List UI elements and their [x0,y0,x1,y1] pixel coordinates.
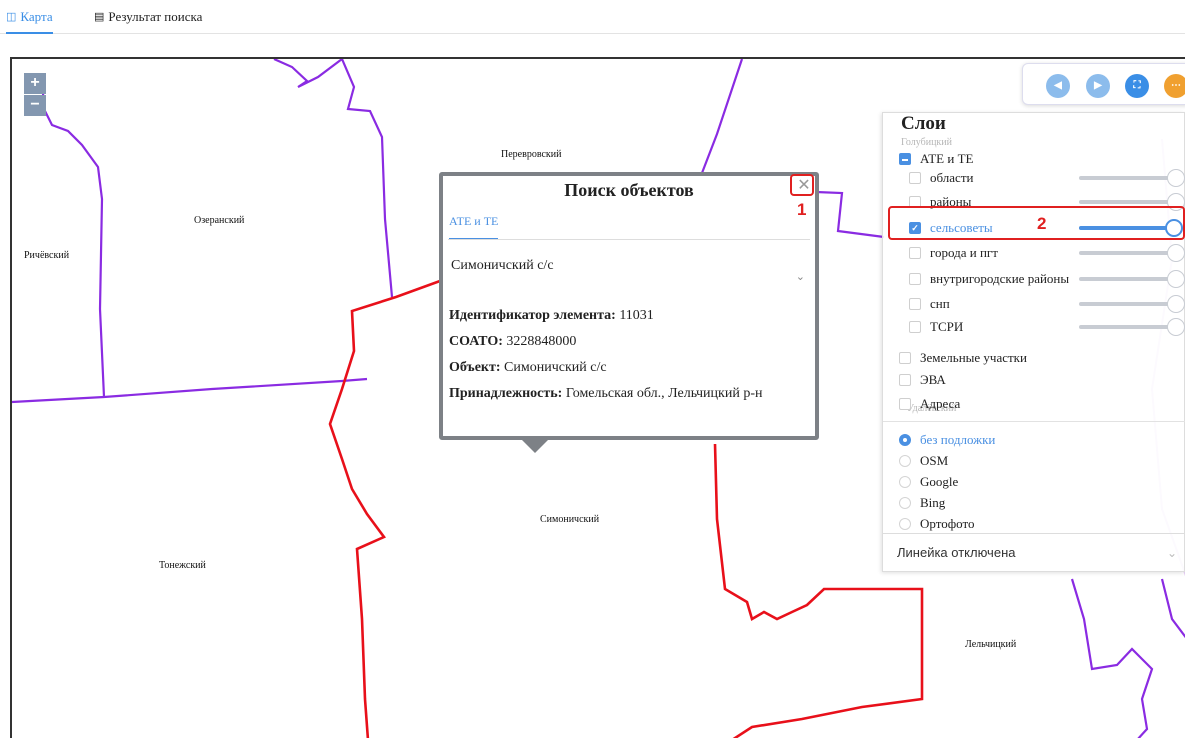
chevron-down-icon: ⌄ [795,271,805,283]
back-icon[interactable]: ◀ [1046,74,1070,98]
layer-item-vnutrigorodskie[interactable]: внутригородские районы [909,270,1185,288]
layer-opacity-slider[interactable] [1079,169,1185,187]
layer-label: внутригородские районы [930,271,1070,286]
basemap-label: Google [920,474,959,489]
layer-label: Адреса [920,396,961,411]
map-label-ozeransky: Озеранский [194,215,245,226]
popup-title: Поиск объектов [564,180,694,200]
search-popup: Поиск объектов ✕ АТЕ и ТЕ Симоничский с/… [439,172,819,440]
info-id: Идентификатор элемента: 11031 [449,308,654,324]
info-object: Объект: Симоничский с/с [449,360,607,376]
basemap-radio[interactable] [899,518,911,530]
map-label-tonezhsky: Тонежский [159,560,206,571]
layer-checkbox[interactable] [909,247,921,259]
zoom-in-button[interactable]: + [24,73,46,94]
ruler-label: Линейка отключена [897,545,1016,560]
layers-title: Слои [901,113,946,134]
document-icon: ▤ [94,11,105,23]
tab-map-label: Карта [20,9,53,24]
layer-checkbox[interactable] [899,398,911,410]
annotation-box-1 [790,174,814,196]
info-key: Идентификатор элемента: [449,308,616,323]
annotation-number-1: 1 [797,200,807,219]
zoom-out-button[interactable]: − [24,95,46,116]
tab-search-results-label: Результат поиска [108,9,203,24]
info-value: Гомельская обл., Лельчицкий р-н [565,386,763,401]
layer-opacity-slider[interactable] [1079,270,1185,288]
basemap-radio[interactable] [899,455,911,467]
annotation-number-2: 2 [1037,214,1047,233]
layer-item-snp[interactable]: снп [909,295,1185,313]
map-label-simonichsky: Симоничский [540,514,600,525]
info-key: Принадлежность: [449,386,563,401]
basemap-radio[interactable] [899,497,911,509]
tab-search-results[interactable]: ▤ Результат поиска [94,6,202,34]
fullscreen-icon[interactable]: ⛶ [1125,74,1149,98]
ruler-select[interactable]: Линейка отключена ⌄ [883,533,1185,571]
layer-label: ТСРИ [930,319,964,334]
ghost-label-top: Голубицкий [901,137,952,148]
layer-opacity-slider[interactable] [1079,244,1185,262]
layer-item-tsri[interactable]: ТСРИ [909,318,1185,336]
layer-checkbox[interactable] [909,273,921,285]
layer-item-oblasti[interactable]: области [909,169,1185,187]
popup-tab-divider [448,239,810,240]
basemap-label: без подложки [920,432,996,447]
layer-label: города и пгт [930,245,998,260]
layer-label: области [930,170,974,185]
layer-group-label: АТЕ и ТЕ [920,151,974,166]
info-value: Симоничский с/с [504,360,607,375]
popup-tab-ate[interactable]: АТЕ и ТЕ [449,214,499,240]
info-value: 11031 [619,308,654,323]
map-control-bar: ◀ ▶ ⛶ ⋯ [1022,63,1185,105]
layer-checkbox[interactable] [909,298,921,310]
tab-map[interactable]: ◫ Карта [6,6,53,34]
map-label-perevorsky: Перевровский [501,149,562,160]
info-affiliation: Принадлежность: Гомельская обл., Лельчиц… [449,386,763,402]
zoom-control: + − [24,73,46,117]
basemap-label: Ортофото [920,516,975,531]
layer-group-checkbox[interactable] [899,153,911,165]
layer-checkbox[interactable] [899,374,911,386]
layer-checkbox[interactable] [899,352,911,364]
info-value: 3228848000 [506,334,577,349]
object-select[interactable]: Симоничский с/с ⌄ [451,258,805,286]
layer-opacity-slider[interactable] [1079,318,1185,336]
basemap-label: Bing [920,495,946,510]
basemap-radio[interactable] [899,476,911,488]
layers-divider [883,421,1185,422]
layer-opacity-slider[interactable] [1079,193,1185,211]
chevron-down-icon: ⌄ [1166,546,1177,560]
tab-bar: ◫ Карта ▤ Результат поиска [0,0,1185,34]
layers-panel: Слои Голубицкий АТЕ и ТЕ области районы … [882,112,1185,572]
layer-label: снп [930,296,950,311]
popup-pointer [521,439,549,453]
map-label-lelchitsky: Лельчицкий [965,639,1017,650]
forward-icon[interactable]: ▶ [1086,74,1110,98]
layer-label: Земельные участки [920,350,1027,365]
more-icon[interactable]: ⋯ [1164,74,1185,98]
info-key: СОАТО: [449,334,503,349]
basemap-radio[interactable] [899,434,911,446]
layer-checkbox[interactable] [909,172,921,184]
map-book-icon: ◫ [6,11,17,23]
info-soato: СОАТО: 3228848000 [449,334,576,350]
layer-opacity-slider[interactable] [1079,295,1185,313]
layer-checkbox[interactable] [909,321,921,333]
object-select-value: Симоничский с/с [451,258,554,273]
map-label-richevsky: Ричёвский [24,250,70,261]
layer-item-goroda[interactable]: города и пгт [909,244,1185,262]
basemap-label: OSM [920,453,949,468]
info-key: Объект: [449,360,501,375]
layer-label: ЭВА [920,372,946,387]
